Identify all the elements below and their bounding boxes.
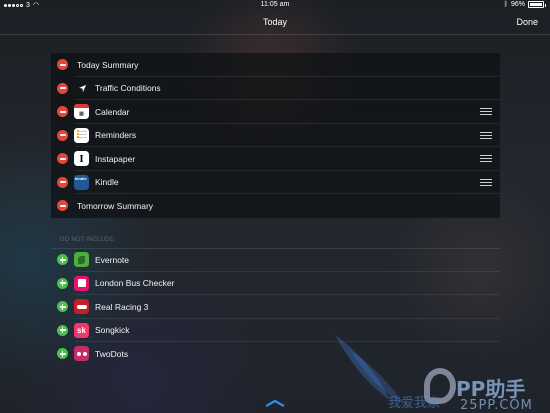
list-item-label: Real Racing 3: [95, 301, 149, 312]
status-right: ᛒ 96%: [503, 1, 546, 8]
list-item-label: Today Summary: [77, 59, 139, 70]
battery-percent: 96%: [510, 1, 525, 8]
list-item-calendar: ▦ Calendar: [51, 100, 500, 124]
watermark-p-logo: [424, 368, 456, 404]
list-item-label: Instapaper: [95, 153, 136, 164]
list-item-evernote: Evernote: [51, 248, 500, 272]
list-item-label: Songkick: [95, 325, 130, 336]
real-racing-app-icon: [74, 299, 89, 315]
remove-icon[interactable]: [57, 106, 68, 118]
reminders-app-icon: [74, 127, 89, 143]
add-icon[interactable]: [57, 277, 68, 289]
chevron-up-icon[interactable]: [265, 399, 285, 407]
do-not-include-header: DO NOT INCLUDE: [60, 237, 115, 243]
included-widgets-list: Today Summary Traffic Conditions ▦ Calen…: [51, 53, 500, 218]
list-item-label: Calendar: [95, 106, 130, 117]
remove-icon[interactable]: [57, 59, 68, 71]
add-icon[interactable]: [57, 301, 68, 313]
battery-fill: [530, 3, 542, 6]
location-arrow-icon: [78, 84, 87, 92]
battery-icon: [528, 1, 546, 8]
excluded-widgets-list: Evernote London Bus Checker Real Racing …: [51, 248, 500, 367]
songkick-app-icon: sk: [74, 322, 89, 338]
add-icon[interactable]: [57, 254, 68, 266]
kindle-app-icon: kindle: [74, 174, 89, 190]
done-button[interactable]: Done: [516, 17, 538, 27]
page-title: Today: [262, 17, 288, 27]
list-item-tomorrow-summary: Tomorrow Summary: [51, 194, 500, 218]
list-item-kindle: kindle Kindle: [51, 171, 500, 194]
reorder-handle-icon[interactable]: [480, 108, 492, 116]
status-bar: 3 ◠ 11:05 am ᛒ 96%: [0, 0, 550, 12]
evernote-app-icon: [74, 252, 89, 268]
list-item-real-racing-3: Real Racing 3: [51, 295, 500, 319]
list-item-label: TwoDots: [95, 348, 129, 359]
reorder-handle-icon[interactable]: [480, 131, 492, 139]
kindle-icon-text: kindle: [75, 175, 87, 181]
watermark-logo-text: PP助手: [456, 377, 526, 401]
list-item-songkick: sk Songkick: [51, 319, 500, 342]
list-item-london-bus-checker: London Bus Checker: [51, 272, 500, 295]
list-item-label: Kindle: [95, 177, 119, 188]
watermark-site-text: 25PP.COM: [460, 398, 533, 413]
watermark-cn-text: 我爱我家: [388, 396, 441, 411]
list-item-label: Tomorrow Summary: [77, 200, 154, 211]
remove-icon[interactable]: [57, 200, 68, 212]
list-item-today-summary: Today Summary: [51, 53, 500, 77]
status-time: 11:05 am: [260, 1, 290, 8]
remove-icon[interactable]: [57, 153, 68, 165]
list-item-instapaper: I Instapaper: [51, 147, 500, 171]
add-icon[interactable]: [57, 324, 68, 336]
add-icon[interactable]: [57, 348, 68, 360]
list-item-traffic-conditions: Traffic Conditions: [51, 77, 500, 100]
list-item-label: Traffic Conditions: [95, 83, 161, 94]
remove-icon[interactable]: [57, 82, 68, 94]
list-item-reminders: Reminders: [51, 124, 500, 147]
london-bus-checker-app-icon: [74, 275, 89, 291]
twodots-app-icon: [74, 346, 89, 362]
bluetooth-icon: ᛒ: [503, 1, 508, 8]
reorder-handle-icon[interactable]: [480, 155, 492, 163]
instapaper-app-icon: I: [74, 151, 89, 167]
remove-icon[interactable]: [57, 176, 68, 188]
list-item-label: London Bus Checker: [95, 278, 175, 289]
calendar-app-icon: ▦: [74, 104, 89, 120]
remove-icon[interactable]: [57, 129, 68, 141]
navigation-bar: Today Done: [0, 12, 550, 34]
reorder-handle-icon[interactable]: [480, 178, 492, 186]
list-item-label: Evernote: [95, 254, 130, 265]
nav-divider: [0, 34, 550, 35]
list-item-label: Reminders: [95, 130, 137, 141]
list-item-twodots: TwoDots: [51, 342, 500, 366]
